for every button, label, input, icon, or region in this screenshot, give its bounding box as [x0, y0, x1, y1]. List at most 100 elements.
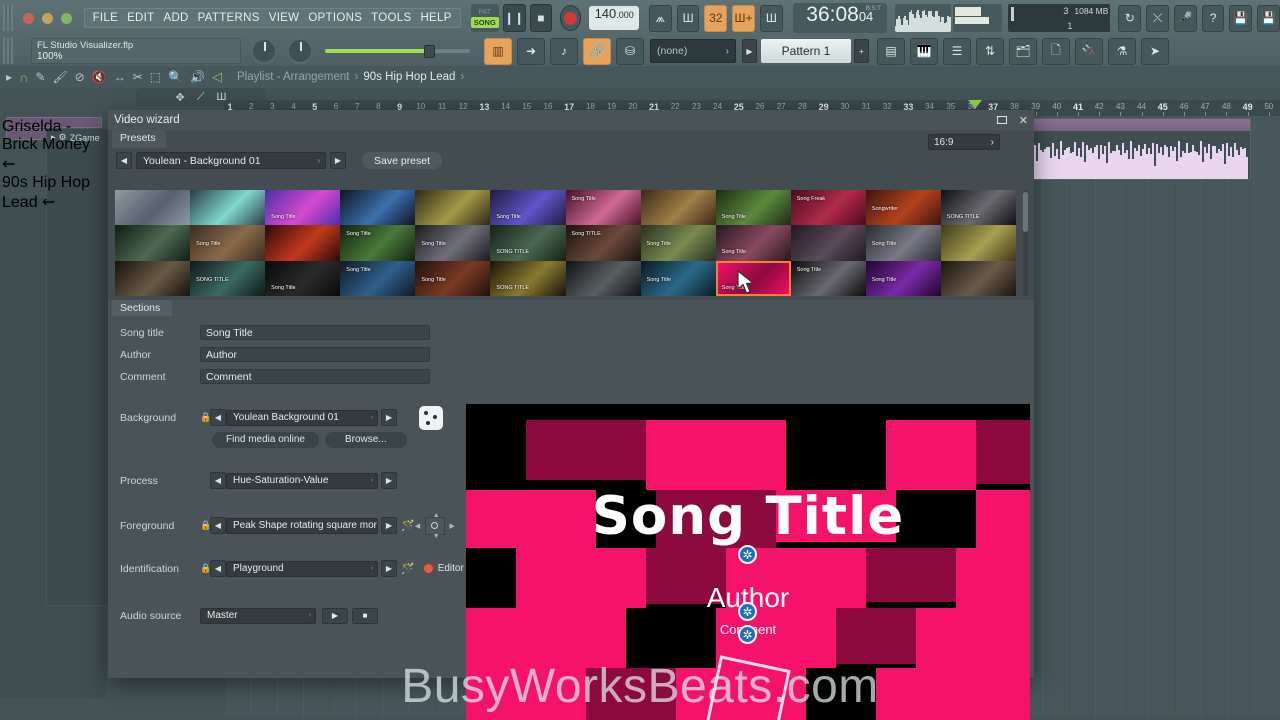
preset-thumbnail[interactable] — [940, 225, 1016, 261]
preset-thumbnail[interactable]: Song TITLE — [565, 225, 641, 261]
time-display[interactable]: 36:08 04 B:S:T — [792, 3, 887, 33]
identification-combo[interactable]: Playground › — [226, 560, 378, 577]
preset-thumbnail[interactable] — [640, 190, 716, 226]
arrow-down-icon[interactable]: ▼ — [433, 533, 440, 540]
preset-prev-button[interactable]: ◀ — [116, 152, 132, 169]
metronome-icon[interactable]: ⩕ — [648, 4, 672, 32]
browse-button[interactable]: Browse... — [324, 431, 407, 448]
magnet-snap-icon[interactable]: ∩ — [19, 70, 28, 85]
preset-thumbnail[interactable]: Song Title — [265, 190, 341, 226]
mute-tool-icon[interactable]: 🔇 — [92, 70, 107, 84]
preset-thumbnail[interactable]: Song Title — [865, 260, 941, 296]
channel-selector[interactable]: (none) › — [650, 39, 736, 63]
slider-knob[interactable] — [423, 44, 435, 58]
author-input[interactable]: Author — [200, 347, 430, 362]
video-wizard-window-buttons[interactable]: ✕ — [996, 114, 1028, 127]
browser-window-icon[interactable]: 🗂 — [1009, 37, 1037, 65]
draw-tool-icon[interactable]: ✎ — [35, 70, 45, 84]
preset-controls[interactable]: ◀ Youlean - Background 01 › ▶ Save prese… — [108, 148, 1034, 174]
master-pitch-knob[interactable] — [287, 38, 313, 64]
save-as-icon[interactable]: 💾 — [1257, 4, 1280, 32]
preset-thumbnail[interactable]: SONG TITLE — [490, 225, 566, 261]
channel-rack-icon[interactable]: ☰ — [943, 37, 971, 65]
playlist-window-icon[interactable]: ▤ — [877, 37, 905, 65]
arrow-up-icon[interactable]: ▲ — [433, 512, 440, 519]
preset-thumbnail[interactable]: Song Title — [715, 225, 791, 261]
comment-input[interactable]: Comment — [200, 369, 430, 384]
record-button[interactable] — [560, 5, 582, 31]
blend-notes-icon[interactable]: Ш — [759, 4, 783, 32]
help-icon[interactable]: ? — [1201, 4, 1225, 32]
preset-thumbnail[interactable]: Song Title — [265, 260, 341, 296]
preset-scrollbar[interactable] — [1023, 190, 1028, 296]
tempo-display[interactable]: 140 .000 — [589, 6, 639, 30]
audio-clip[interactable] — [1031, 118, 1251, 180]
preset-thumbnail[interactable] — [115, 190, 191, 226]
save-icon[interactable]: 💾 — [1229, 4, 1253, 32]
link-icon[interactable]: 🔗 — [583, 37, 611, 65]
plugin-icon[interactable]: 🔌 — [1075, 37, 1103, 65]
tab-presets[interactable]: Presets — [112, 130, 166, 148]
menu-item-view[interactable]: VIEW — [269, 12, 300, 24]
gear-handle-comment-icon[interactable] — [738, 625, 757, 644]
close-icon[interactable]: ✕ — [1019, 114, 1028, 127]
slice-tool-icon[interactable]: ⟋ — [197, 91, 205, 104]
preset-thumbnail[interactable]: Song Title — [715, 190, 791, 226]
preset-thumbnail[interactable]: Song Title — [340, 225, 416, 261]
piano-roll-icon[interactable]: ♪ — [550, 37, 578, 65]
preset-thumbnail[interactable]: Song Title — [565, 190, 641, 226]
identification-next-button[interactable]: ▶ — [381, 560, 397, 577]
close-dot-icon[interactable] — [22, 12, 34, 24]
preset-thumbnail[interactable]: Song Title — [640, 225, 716, 261]
preset-thumbnail[interactable] — [115, 225, 191, 261]
pattern-add-button[interactable]: + — [854, 39, 869, 63]
randomize-dice-button[interactable] — [419, 405, 443, 430]
preset-name-field[interactable]: Youlean - Background 01 › — [136, 152, 326, 169]
tab-sections[interactable]: Sections — [112, 300, 173, 316]
delete-tool-icon[interactable]: ⊘ — [75, 70, 85, 84]
preset-thumbnail[interactable]: Song Title — [490, 190, 566, 226]
play-pause-button[interactable]: ❙❙ — [502, 4, 526, 32]
identification-prev-button[interactable]: ◀ — [210, 560, 226, 577]
preset-thumbnail[interactable] — [565, 260, 641, 296]
maximize-dot-icon[interactable] — [60, 12, 72, 24]
scrollbar-thumb[interactable] — [1023, 192, 1028, 232]
identification-wand-icon[interactable]: 🪄 — [401, 562, 415, 575]
select-tool-icon[interactable]: ⬚ — [150, 70, 161, 84]
breadcrumb-item[interactable]: 90s Hip Hop Lead — [363, 71, 455, 83]
stop-button[interactable]: ■ — [529, 4, 553, 32]
foreground-wand-icon[interactable]: 🪄 — [401, 519, 415, 532]
menu-item-options[interactable]: OPTIONS — [308, 12, 362, 24]
find-media-online-button[interactable]: Find media online — [212, 431, 319, 448]
background-next-button[interactable]: ▶ — [381, 409, 397, 426]
step-edit-icon[interactable]: Ш+ — [732, 4, 755, 32]
slip-tool-icon[interactable]: ↔ — [114, 70, 126, 84]
video-wizard-titlebar[interactable]: Video wizard ✕ — [108, 110, 1034, 130]
preset-thumbnail[interactable]: SONG TITLE — [490, 260, 566, 296]
process-prev-button[interactable]: ◀ — [210, 472, 226, 489]
preset-thumbnail[interactable]: Songwriter — [865, 190, 941, 226]
menu-item-help[interactable]: HELP — [420, 12, 451, 24]
song-title-input[interactable]: Song Title — [200, 325, 430, 340]
audio-transport[interactable]: ▶ ■ — [322, 607, 378, 624]
preset-thumbnail[interactable]: SONG TITLE — [940, 190, 1016, 226]
preset-thumbnail[interactable]: SONG TITLE — [190, 260, 266, 296]
process-combo[interactable]: Hue-Saturation-Value › — [226, 472, 378, 489]
aspect-ratio-selector[interactable]: 16:9 › — [928, 134, 1000, 150]
arrow-right-icon[interactable]: ▶ — [449, 522, 454, 530]
preset-thumbnail[interactable] — [190, 190, 266, 226]
preset-thumbnail[interactable]: Song Title — [415, 260, 491, 296]
track-name-1[interactable]: 90s Hip Hop Lead ⇜ — [2, 174, 106, 212]
preset-thumbnail[interactable] — [415, 190, 491, 226]
countdown-icon[interactable]: 32 — [704, 4, 728, 32]
foreground-next-button[interactable]: ▶ — [381, 517, 397, 534]
mixer-window-icon[interactable]: ⇅ — [976, 37, 1004, 65]
foreground-combo[interactable]: Peak Shape rotating square more b.. — [226, 517, 378, 534]
menu-item-edit[interactable]: EDIT — [127, 12, 154, 24]
arrow-left-icon[interactable]: ◀ — [415, 522, 420, 530]
new-file-icon[interactable]: 🗋 — [1042, 37, 1070, 65]
preset-thumbnail[interactable]: Song Title — [190, 225, 266, 261]
background-prev-button[interactable]: ◀ — [210, 409, 226, 426]
master-volume-slider[interactable] — [325, 44, 470, 58]
preset-thumbnail[interactable] — [940, 260, 1016, 296]
